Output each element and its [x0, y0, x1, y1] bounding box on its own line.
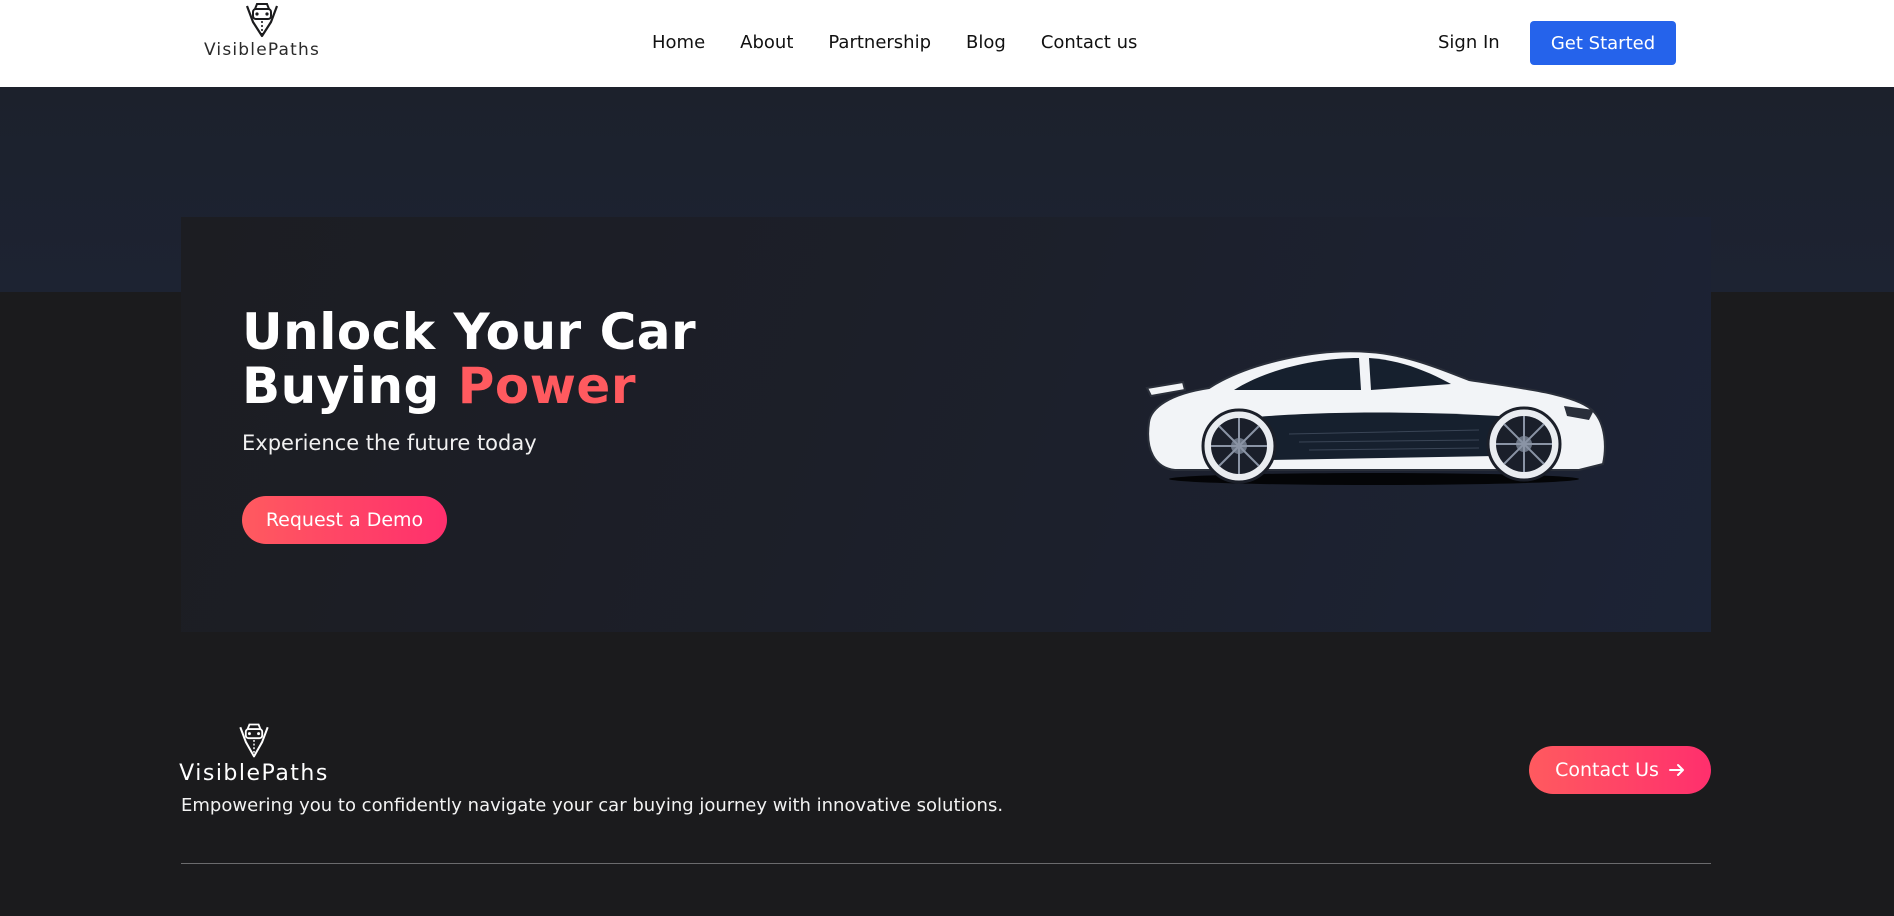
- hero-title: Unlock Your Car Buying Power: [242, 305, 696, 413]
- nav-about[interactable]: About: [740, 30, 793, 56]
- main-nav: Home About Partnership Blog Contact us: [652, 30, 1137, 56]
- arrow-right-icon: [1668, 764, 1684, 776]
- sign-in-link[interactable]: Sign In: [1438, 30, 1500, 56]
- contact-us-button[interactable]: Contact Us: [1529, 746, 1711, 794]
- hero-title-line2: Buying: [242, 357, 458, 415]
- header-logo[interactable]: VisiblePaths: [203, 2, 321, 72]
- briefcase-car-pin-icon: [239, 723, 269, 758]
- get-started-button[interactable]: Get Started: [1530, 21, 1676, 65]
- footer-divider: [181, 863, 1711, 864]
- nav-contact-us[interactable]: Contact us: [1041, 30, 1138, 56]
- hero-section: Unlock Your Car Buying Power Experience …: [181, 217, 1711, 632]
- footer-tagline: Empowering you to confidently navigate y…: [181, 795, 1004, 816]
- nav-partnership[interactable]: Partnership: [828, 30, 931, 56]
- request-demo-button[interactable]: Request a Demo: [242, 496, 447, 544]
- hero-title-line1: Unlock Your Car: [242, 303, 697, 361]
- sports-car-illustration: [1145, 350, 1606, 485]
- footer-logo[interactable]: VisiblePaths: [179, 720, 329, 790]
- hero-title-accent: Power: [457, 357, 636, 415]
- nav-home[interactable]: Home: [652, 30, 705, 56]
- nav-blog[interactable]: Blog: [966, 30, 1006, 56]
- site-header: VisiblePaths Home About Partnership Blog…: [0, 0, 1894, 87]
- briefcase-car-pin-icon: [245, 3, 279, 38]
- footer-logo-text: VisiblePaths: [179, 761, 329, 786]
- logo-text: VisiblePaths: [203, 40, 321, 60]
- contact-us-label: Contact Us: [1555, 759, 1659, 781]
- hero-subtitle: Experience the future today: [242, 431, 537, 455]
